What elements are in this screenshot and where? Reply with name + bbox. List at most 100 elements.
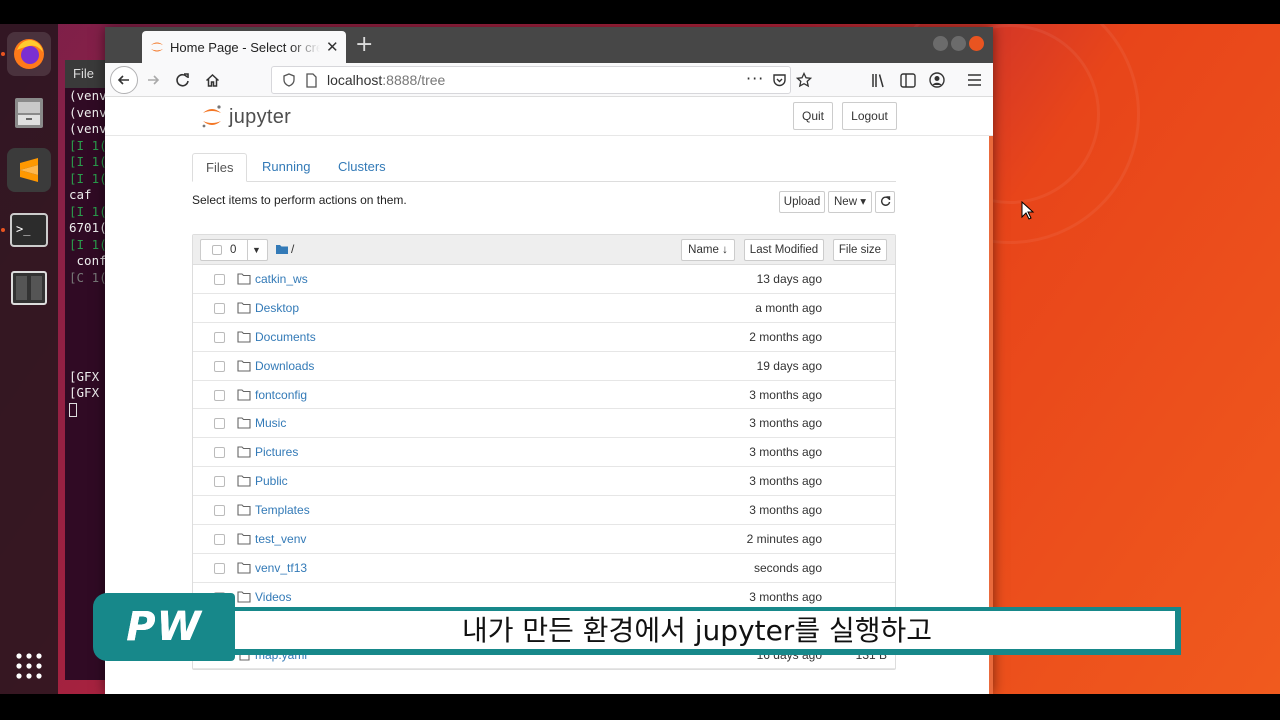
browser-tab[interactable]: Home Page - Select or create a notebook … <box>142 31 346 63</box>
arrow-right-icon <box>148 75 160 85</box>
sublime-text-launcher[interactable] <box>7 148 51 192</box>
jupyter-logo[interactable]: jupyter <box>201 104 291 130</box>
new-tab-button[interactable]: + <box>355 33 373 57</box>
file-row[interactable]: Templates 3 months ago <box>193 496 895 526</box>
sort-name-button[interactable]: Name ↓ <box>681 239 735 261</box>
file-list-header: 0 ▼ / Name ↓ Last Modified File size <box>193 235 895 265</box>
jupyter-logo-text: jupyter <box>229 105 292 128</box>
file-row[interactable]: venv_tf13 seconds ago <box>193 554 895 583</box>
folder-icon <box>237 273 251 285</box>
file-name-link[interactable]: fontconfig <box>255 388 307 402</box>
hamburger-menu-icon[interactable] <box>967 73 982 87</box>
dock-active-indicator <box>1 228 5 232</box>
folder-icon <box>237 331 251 343</box>
refresh-button[interactable] <box>875 191 895 213</box>
row-checkbox[interactable] <box>214 447 225 459</box>
file-modified: 2 minutes ago <box>746 532 822 547</box>
sort-name-label: Name <box>688 244 719 256</box>
page-actions-icon[interactable]: ··· <box>746 69 764 88</box>
row-checkbox[interactable] <box>214 331 225 343</box>
row-checkbox[interactable] <box>214 274 225 285</box>
select-all-checkbox[interactable] <box>212 245 222 255</box>
quit-button[interactable]: Quit <box>793 102 833 130</box>
pocket-icon[interactable] <box>772 73 787 88</box>
close-window-button[interactable] <box>969 36 984 51</box>
row-checkbox[interactable] <box>214 302 225 314</box>
row-checkbox[interactable] <box>214 562 225 574</box>
back-button[interactable] <box>110 66 138 94</box>
file-name-link[interactable]: venv_tf13 <box>255 561 307 575</box>
row-checkbox[interactable] <box>214 476 225 488</box>
file-row[interactable]: Downloads 19 days ago <box>193 352 895 381</box>
row-checkbox[interactable] <box>214 534 225 546</box>
file-name-link[interactable]: test_venv <box>255 532 306 546</box>
close-tab-icon[interactable]: ✕ <box>326 38 339 56</box>
new-dropdown-button[interactable]: New ▾ <box>828 191 872 213</box>
screenshot-launcher[interactable] <box>7 266 51 310</box>
home-button[interactable] <box>200 68 224 92</box>
minimize-button[interactable] <box>933 36 948 51</box>
sidebar-icon[interactable] <box>900 73 916 88</box>
tab-clusters[interactable]: Clusters <box>325 153 399 182</box>
account-icon[interactable] <box>929 72 945 88</box>
file-name-link[interactable]: Public <box>255 474 288 488</box>
file-name-link[interactable]: Documents <box>255 330 316 344</box>
folder-icon <box>237 475 251 487</box>
url-path: /tree <box>417 72 446 88</box>
file-modified: 13 days ago <box>756 272 822 286</box>
sort-modified-button[interactable]: Last Modified <box>744 239 824 261</box>
bookmark-star-icon[interactable] <box>796 72 812 88</box>
folder-icon[interactable] <box>276 244 288 254</box>
file-name-link[interactable]: Music <box>255 416 286 430</box>
shield-icon[interactable] <box>282 73 296 87</box>
folder-icon <box>237 302 251 314</box>
firefox-launcher[interactable] <box>7 32 51 76</box>
breadcrumb[interactable]: / <box>291 242 294 256</box>
show-applications-button[interactable] <box>7 644 51 688</box>
tab-running[interactable]: Running <box>249 153 323 182</box>
maximize-button[interactable] <box>951 36 966 51</box>
file-modified: 3 months ago <box>749 474 822 489</box>
file-modified: 3 months ago <box>749 503 822 518</box>
jupyter-favicon-icon <box>151 42 163 52</box>
library-icon[interactable] <box>871 73 887 88</box>
sort-size-button[interactable]: File size <box>833 239 887 261</box>
upload-button[interactable]: Upload <box>779 191 825 213</box>
file-name-link[interactable]: Downloads <box>255 359 314 373</box>
dock-active-indicator <box>1 52 5 56</box>
file-name-link[interactable]: Pictures <box>255 445 298 459</box>
page-info-icon[interactable] <box>305 73 318 88</box>
files-launcher[interactable] <box>7 90 51 134</box>
file-row[interactable]: catkin_ws 13 days ago <box>193 265 895 294</box>
logout-button[interactable]: Logout <box>842 102 897 130</box>
forward-button[interactable] <box>141 68 165 92</box>
file-row[interactable]: Desktop a month ago <box>193 294 895 323</box>
select-all-dropdown[interactable]: 0 ▼ <box>200 239 268 261</box>
file-row[interactable]: Pictures 3 months ago <box>193 438 895 468</box>
file-modified: 3 months ago <box>749 387 822 402</box>
file-row[interactable]: Documents 2 months ago <box>193 323 895 352</box>
browser-titlebar: Home Page - Select or create a notebook … <box>105 27 993 63</box>
row-checkbox[interactable] <box>214 360 225 372</box>
subtitle-overlay: 내가 만든 환경에서 jupyter를 실행하고 PW <box>93 593 1186 661</box>
chevron-down-icon: ▼ <box>252 245 261 255</box>
reload-button[interactable] <box>170 68 194 92</box>
row-checkbox[interactable] <box>214 389 225 401</box>
file-name-link[interactable]: Desktop <box>255 301 299 315</box>
file-name-link[interactable]: catkin_ws <box>255 272 308 286</box>
file-row[interactable]: Public 3 months ago <box>193 467 895 497</box>
url-text: localhost:8888/tree <box>327 72 445 88</box>
file-row[interactable]: Music 3 months ago <box>193 409 895 439</box>
arrow-left-icon <box>117 75 129 85</box>
row-checkbox[interactable] <box>214 418 225 430</box>
terminal-launcher[interactable]: >_ <box>7 208 51 252</box>
file-row[interactable]: fontconfig 3 months ago <box>193 381 895 410</box>
arrow-down-icon: ↓ <box>722 244 728 256</box>
url-bar[interactable]: localhost:8888/tree ··· <box>271 66 812 94</box>
file-name-link[interactable]: Templates <box>255 503 310 517</box>
file-modified: 3 months ago <box>749 416 822 431</box>
tab-files[interactable]: Files <box>192 153 248 182</box>
file-row[interactable]: test_venv 2 minutes ago <box>193 525 895 554</box>
firefox-icon <box>14 39 44 69</box>
row-checkbox[interactable] <box>214 505 225 517</box>
